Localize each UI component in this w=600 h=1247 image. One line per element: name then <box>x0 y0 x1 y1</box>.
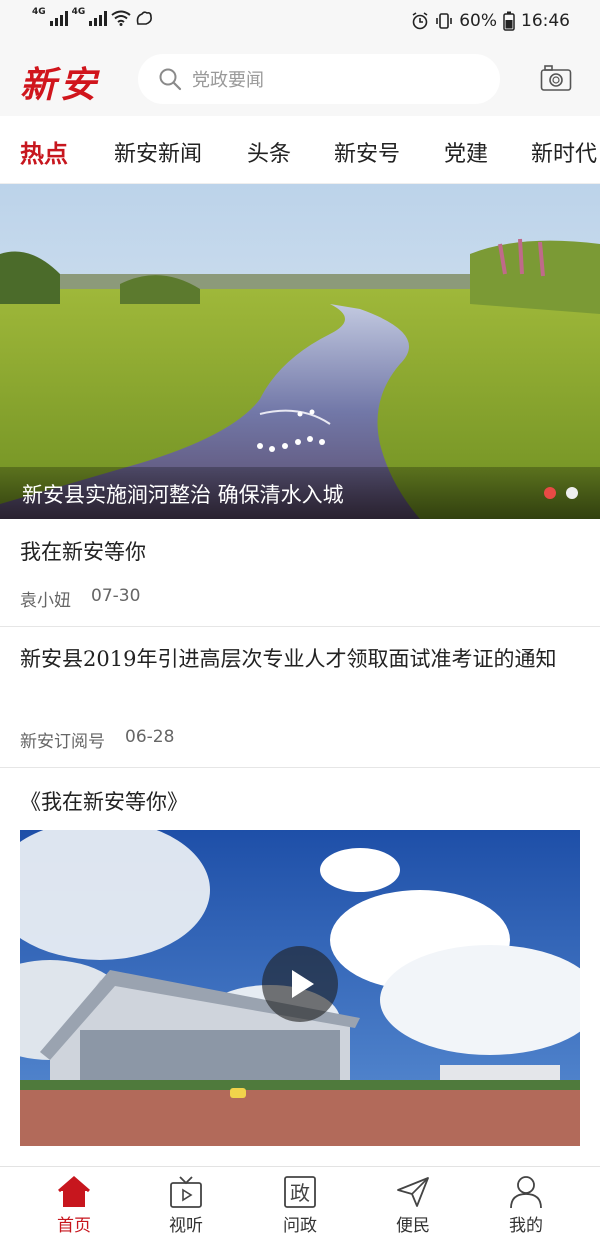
article-source: 袁小妞 <box>20 591 71 611</box>
nav-mine-label: 我的 <box>509 1216 543 1236</box>
nav-home-label: 首页 <box>57 1216 91 1236</box>
tab-headlines[interactable]: 头条 <box>247 136 291 168</box>
search-bar[interactable]: 党政要闻 <box>138 54 500 104</box>
nav-services[interactable]: 便民 <box>373 1175 453 1236</box>
video-title[interactable]: 《我在新安等你》 <box>20 786 188 816</box>
status-right: 60% 16:46 <box>411 11 570 31</box>
nav-mine[interactable]: 我的 <box>486 1175 566 1236</box>
squirrel-icon <box>137 11 153 25</box>
banner-title[interactable]: 新安县实施涧河整治 确保清水入城 <box>22 479 344 509</box>
zheng-icon: 政 <box>284 1176 316 1208</box>
carousel-dot <box>566 487 578 499</box>
article-title[interactable]: 我在新安等你 <box>20 535 580 569</box>
nav-media[interactable]: 视听 <box>146 1175 226 1236</box>
tab-xinan-hao[interactable]: 新安号 <box>334 136 400 168</box>
article-title[interactable]: 新安县2019年引进高层次专业人才领取面试准考证的通知 <box>20 642 580 676</box>
wifi-icon <box>111 10 131 26</box>
list-item[interactable]: 我在新安等你 袁小妞 07-30 <box>0 519 600 627</box>
banner-carousel[interactable]: 新安县实施涧河整治 确保清水入城 <box>0 184 600 519</box>
battery-percent: 60% <box>459 11 497 31</box>
play-icon <box>292 970 314 998</box>
nav-inquiry-label: 问政 <box>283 1216 317 1236</box>
article-date: 06-28 <box>125 727 175 747</box>
app-logo: 新安 <box>20 64 101 106</box>
signal-icon <box>89 10 108 26</box>
network-type-2: 4G <box>71 7 86 17</box>
nav-inquiry[interactable]: 政 问政 <box>260 1175 340 1236</box>
search-icon <box>159 68 182 91</box>
tv-icon <box>170 1176 202 1208</box>
home-icon <box>58 1176 90 1207</box>
search-input[interactable]: 党政要闻 <box>192 66 264 92</box>
bottom-nav: 首页 视听 政 问政 便民 我的 <box>0 1166 600 1247</box>
network-type-1: 4G <box>32 7 46 17</box>
nav-home[interactable]: 首页 <box>34 1175 114 1236</box>
article-meta: 袁小妞 07-30 <box>20 586 140 611</box>
carousel-indicator <box>544 487 578 499</box>
category-tabs: 热点 新安新闻 头条 新安号 党建 新时代 <box>0 116 600 184</box>
app-header: 新安 党政要闻 <box>0 44 600 116</box>
tab-hot[interactable]: 热点 <box>20 134 68 169</box>
tab-party-building[interactable]: 党建 <box>444 136 488 168</box>
alarm-icon <box>412 12 428 30</box>
vibrate-icon <box>436 13 453 29</box>
svg-text:政: 政 <box>290 1181 310 1205</box>
nav-services-label: 便民 <box>396 1216 430 1236</box>
carousel-dot-active <box>544 487 556 499</box>
status-left: 4G 4G <box>32 7 153 26</box>
article-date: 07-30 <box>91 586 141 606</box>
camera-icon[interactable] <box>540 64 572 92</box>
play-button[interactable] <box>262 946 338 1022</box>
list-item[interactable]: 新安县2019年引进高层次专业人才领取面试准考证的通知 新安订阅号 06-28 <box>0 627 600 768</box>
signal-icon <box>49 10 68 26</box>
banner-caption: 新安县实施涧河整治 确保清水入城 <box>0 467 600 519</box>
tab-xinan-news[interactable]: 新安新闻 <box>114 136 202 168</box>
article-source: 新安订阅号 <box>20 732 105 752</box>
video-card[interactable]: 《我在新安等你》 <box>0 768 600 1168</box>
battery-icon <box>503 11 515 31</box>
send-icon <box>397 1177 429 1207</box>
clock: 16:46 <box>521 11 570 31</box>
status-bar: 4G 4G 60% 16:46 <box>0 0 600 44</box>
article-meta: 新安订阅号 06-28 <box>20 727 174 752</box>
video-thumbnail[interactable] <box>20 830 580 1146</box>
tab-new-era[interactable]: 新时代 <box>531 136 597 168</box>
user-icon <box>510 1176 542 1209</box>
nav-media-label: 视听 <box>169 1216 203 1236</box>
